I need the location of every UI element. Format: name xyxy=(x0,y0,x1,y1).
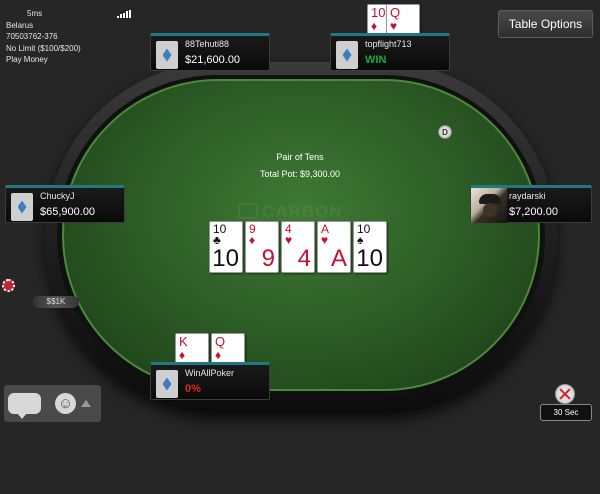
diamond-avatar-icon xyxy=(336,41,358,69)
board-card: 10 ♠ 10 xyxy=(353,221,387,273)
chat-icon[interactable] xyxy=(8,393,41,419)
bet-label: $$1K xyxy=(33,296,79,308)
player-stack: $7,200.00 xyxy=(509,206,558,218)
player-name: WinAllPoker xyxy=(185,368,235,378)
player-stack: $65,900.00 xyxy=(40,206,96,218)
timer-button[interactable]: 30 Sec xyxy=(540,404,592,421)
player-photo-avatar xyxy=(471,188,507,223)
table-options-button[interactable]: Table Options xyxy=(498,10,593,38)
diamond-avatar-icon xyxy=(156,370,178,398)
poker-chip-icon xyxy=(2,279,15,292)
diamond-avatar-icon xyxy=(156,41,178,69)
table-id-text: 70503762-376 xyxy=(6,32,58,41)
signal-icon xyxy=(117,10,133,18)
money-type-text: Play Money xyxy=(6,55,48,64)
board-card: A ♥ A xyxy=(317,221,351,273)
player-name: raydarski xyxy=(509,191,546,201)
chevron-up-icon[interactable] xyxy=(81,400,91,407)
seat-88tehuti88[interactable]: 88Tehuti88 $21,600.00 xyxy=(150,33,270,71)
player-stack: $21,600.00 xyxy=(185,54,241,66)
game-type-text: No Limit ($100/$200) xyxy=(6,43,81,53)
total-pot: Total Pot: $9,300.00 xyxy=(259,169,341,179)
seat-raydarski[interactable]: raydarski $7,200.00 xyxy=(470,185,592,223)
dealer-button: D xyxy=(438,125,452,139)
table-info: 5ms Belarus 70503762-376 No Limit ($100/… xyxy=(6,8,81,66)
player-name: 88Tehuti88 xyxy=(185,39,230,49)
smiley-icon[interactable]: ☺ xyxy=(55,393,76,414)
board-card: 4 ♥ 4 xyxy=(281,221,315,273)
seat-topflight713[interactable]: topflight713 WIN xyxy=(330,33,450,71)
hand-description: Pair of Tens xyxy=(276,152,324,162)
player-name: topflight713 xyxy=(365,39,412,49)
carbon-logo: CARBON xyxy=(238,202,366,222)
country-text: Belarus xyxy=(6,20,34,30)
player-status: 0% xyxy=(185,383,201,395)
seat-winallpoker[interactable]: WinAllPoker 0% xyxy=(150,362,270,400)
board-card: 9 ♦ 9 xyxy=(245,221,279,273)
timer-icon[interactable] xyxy=(555,384,575,404)
board-card: 10 ♣ 10 xyxy=(209,221,243,273)
ping-text: 5ms xyxy=(27,9,43,18)
win-status: WIN xyxy=(365,54,387,66)
diamond-avatar-icon xyxy=(11,193,33,221)
seat-chuckyj[interactable]: ChuckyJ $65,900.00 xyxy=(5,185,125,223)
player-name: ChuckyJ xyxy=(40,191,75,201)
